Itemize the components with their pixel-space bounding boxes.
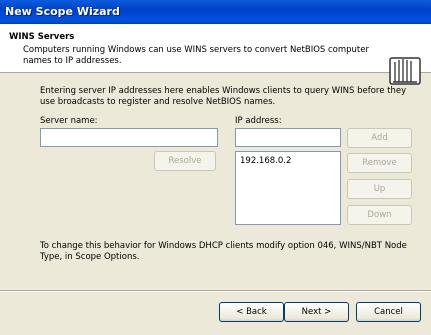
next-button[interactable]: Next > (284, 302, 349, 322)
remove-button[interactable]: Remove (347, 153, 412, 173)
back-button[interactable]: < Back (219, 302, 284, 322)
title-bar: New Scope Wizard (0, 0, 431, 24)
add-button[interactable]: Add (347, 128, 412, 148)
option-note-text: To change this behavior for Windows DHCP… (40, 241, 407, 262)
ip-address-label: IP address: (235, 116, 282, 126)
footer-divider (0, 290, 431, 292)
page-subtitle: Computers running Windows can use WINS s… (23, 45, 369, 66)
list-item[interactable]: 192.168.0.2 (240, 156, 291, 166)
resolve-button[interactable]: Resolve (154, 151, 216, 171)
wizard-header: WINS Servers Computers running Windows c… (0, 24, 431, 85)
ip-address-input[interactable] (235, 128, 341, 147)
scope-wizard-icon (389, 57, 421, 85)
server-name-label: Server name: (40, 116, 98, 126)
up-button[interactable]: Up (347, 179, 412, 199)
server-name-input[interactable] (40, 128, 218, 147)
window-title: New Scope Wizard (5, 5, 120, 18)
cancel-button[interactable]: Cancel (356, 302, 421, 322)
intro-text: Entering server IP addresses here enable… (40, 86, 407, 107)
down-button[interactable]: Down (347, 205, 412, 225)
page-title: WINS Servers (9, 32, 75, 42)
wins-server-list[interactable]: 192.168.0.2 (235, 151, 341, 225)
